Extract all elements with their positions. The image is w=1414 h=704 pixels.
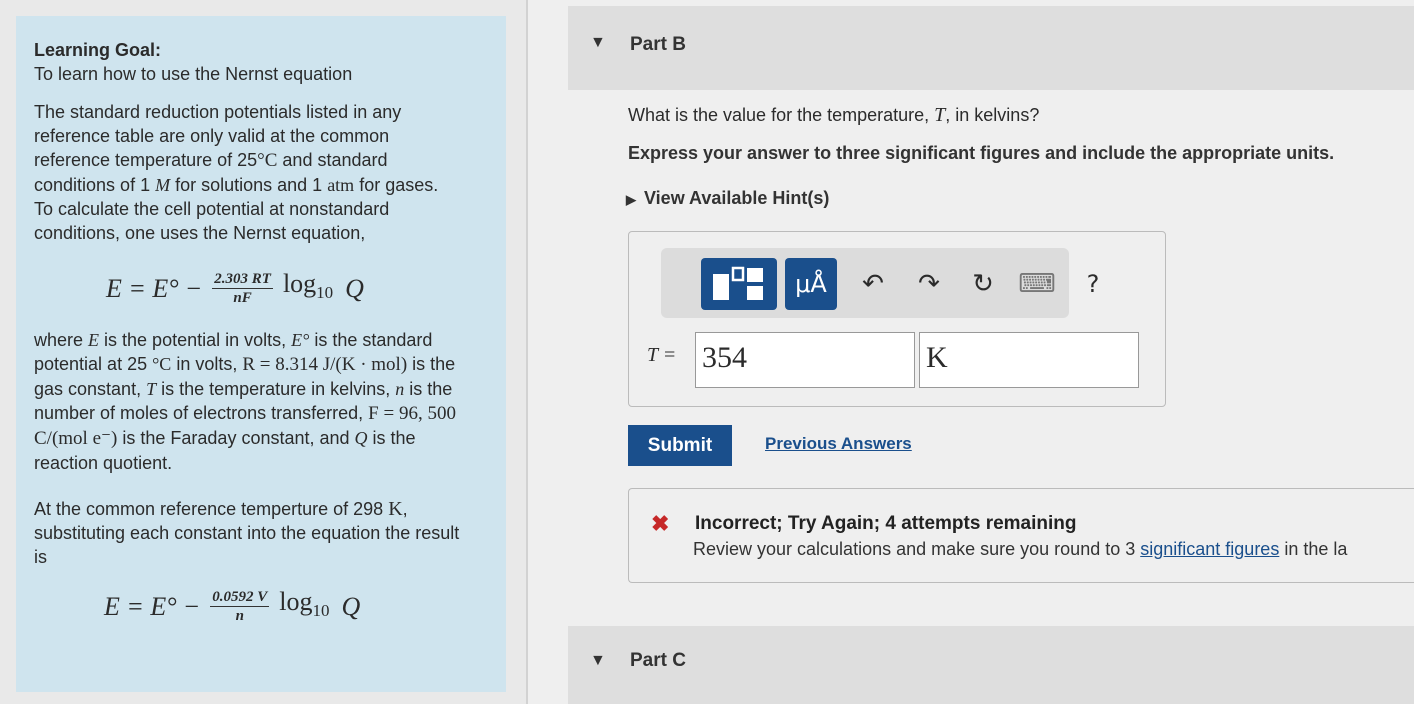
- goal-paragraph-2: where E is the potential in volts, E° is…: [34, 330, 456, 473]
- part-c-label: Part C: [630, 650, 686, 671]
- reset-icon[interactable]: ↻: [965, 266, 1001, 302]
- goal-paragraph-3: At the common reference temperture of 29…: [34, 498, 460, 567]
- variable-label: T =: [647, 344, 677, 366]
- part-b-header[interactable]: ▼ Part B: [568, 6, 1414, 90]
- help-button[interactable]: ?: [1075, 266, 1111, 302]
- incorrect-x-icon: ✖: [651, 511, 670, 536]
- learning-goal-subtitle: To learn how to use the Nernst equation: [34, 64, 353, 84]
- nernst-fraction: 2.303 RT nF: [212, 271, 273, 306]
- caret-down-icon: ▼: [590, 34, 606, 51]
- keyboard-icon[interactable]: ⌨: [1018, 266, 1056, 302]
- units-button[interactable]: μÅ: [785, 258, 837, 310]
- question-area: ▼ Part B What is the value for the tempe…: [528, 0, 1414, 704]
- caret-right-icon: ▶: [626, 192, 636, 207]
- math-toolbar: μÅ ↶ ↷ ↻ ⌨ ?: [661, 248, 1099, 318]
- undo-icon[interactable]: ↶: [855, 266, 891, 302]
- previous-answers-link[interactable]: Previous Answers: [765, 434, 912, 454]
- feedback-box: ✖ Incorrect; Try Again; 4 attempts remai…: [628, 488, 1414, 583]
- answer-box: μÅ ↶ ↷ ↻ ⌨ ? T = 354 K: [628, 231, 1166, 407]
- caret-down-icon: ▼: [590, 652, 606, 669]
- view-hints-toggle[interactable]: ▶ View Available Hint(s): [626, 188, 829, 209]
- part-b-label: Part B: [630, 34, 686, 55]
- feedback-title: Incorrect; Try Again; 4 attempts remaini…: [695, 513, 1077, 534]
- feedback-text: Review your calculations and make sure y…: [693, 539, 1348, 559]
- redo-icon[interactable]: ↷: [911, 266, 947, 302]
- nernst-equation-298k: E = E° − 0.0592 V n log10 Q: [104, 586, 361, 624]
- nernst-fraction-298k: 0.0592 V n: [210, 589, 270, 624]
- unit-input[interactable]: K: [919, 332, 1139, 388]
- significant-figures-link[interactable]: significant figures: [1140, 539, 1279, 559]
- templates-button[interactable]: [701, 258, 777, 310]
- goal-paragraph-1: The standard reduction potentials listed…: [34, 102, 439, 243]
- question-text: What is the value for the temperature, T…: [628, 104, 1040, 126]
- learning-goal-panel: Learning Goal: To learn how to use the N…: [16, 16, 506, 692]
- instruction-text: Express your answer to three significant…: [628, 143, 1335, 163]
- submit-button[interactable]: Submit: [628, 425, 732, 466]
- nernst-equation: E = E° − 2.303 RT nF log10 Q: [106, 268, 364, 306]
- value-input[interactable]: 354: [695, 332, 915, 388]
- templates-icon: [713, 266, 763, 300]
- learning-goal-title: Learning Goal:: [34, 40, 162, 60]
- part-c-header[interactable]: ▼ Part C: [568, 626, 1414, 704]
